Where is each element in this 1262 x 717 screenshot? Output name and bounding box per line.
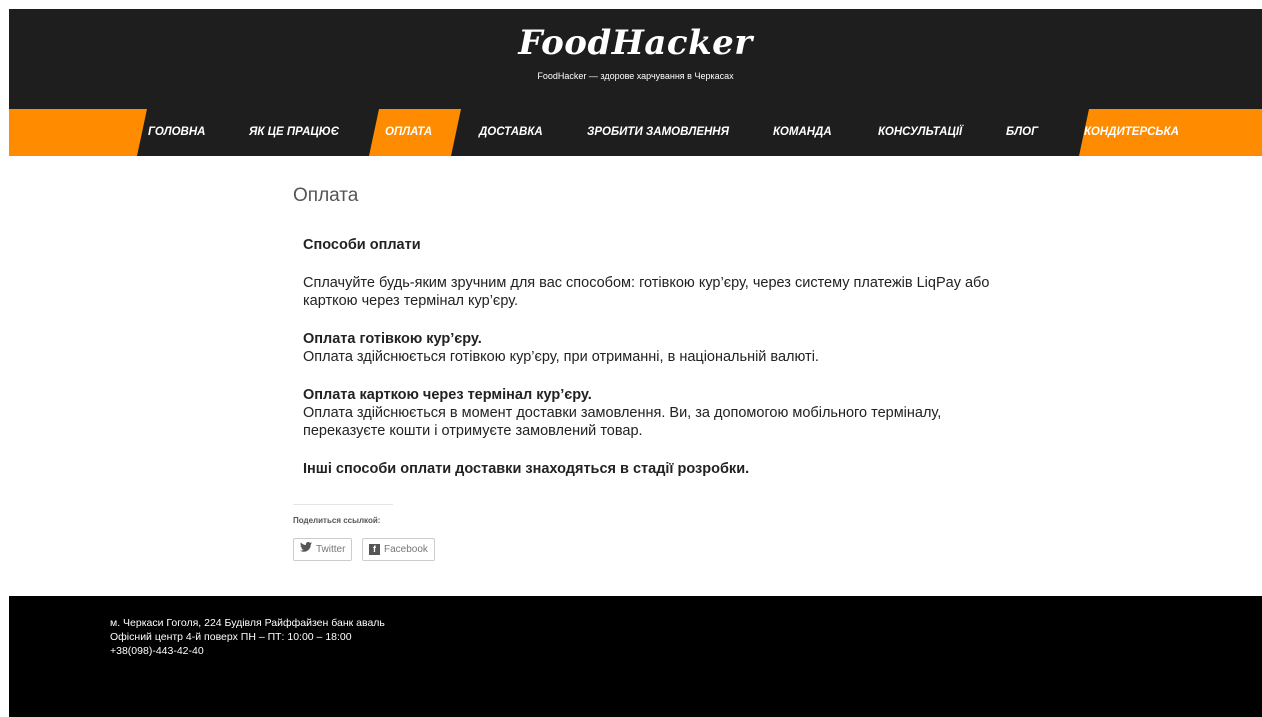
site-tagline: FoodHacker — здорове харчування в Черкас… — [537, 71, 734, 81]
twitter-share-button[interactable]: Twitter — [293, 538, 353, 561]
page-title: Оплата — [293, 185, 359, 206]
twitter-icon — [300, 539, 312, 560]
card-heading: Оплата карткою через термінал кур’єру. — [303, 387, 592, 403]
site-footer: м. Черкаси Гоголя, 224 Будівля Райффайзе… — [9, 596, 1262, 717]
nav-item-delivery[interactable]: ДОСТАВКА — [479, 109, 543, 156]
nav-item-make-order[interactable]: ЗРОБИТИ ЗАМОВЛЕННЯ — [587, 109, 729, 156]
intro-text: Сплачуйте будь-яким зручним для вас спос… — [303, 275, 990, 309]
nav-item-confectionery[interactable]: КОНДИТЕРСЬКА — [1084, 109, 1179, 156]
nav-item-blog[interactable]: БЛОГ — [1006, 109, 1038, 156]
facebook-label: Facebook — [384, 544, 428, 555]
share-label: Поделиться ссылкой: — [293, 516, 381, 525]
cash-heading: Оплата готівкою кур’єру. — [303, 331, 482, 347]
site-header: FoodHacker FoodHacker — здорове харчуван… — [9, 9, 1262, 109]
card-text: Оплата здійснюється в момент доставки за… — [303, 405, 942, 439]
other-methods-note: Інші способи оплати доставки знаходяться… — [303, 461, 750, 477]
site-logo[interactable]: FoodHacker — [9, 23, 1262, 63]
nav-item-consultations[interactable]: КОНСУЛЬТАЦІЇ — [878, 109, 962, 156]
nav-item-team[interactable]: КОМАНДА — [773, 109, 832, 156]
nav-item-payment[interactable]: ОПЛАТА — [385, 109, 432, 156]
nav-item-home[interactable]: ГОЛОВНА — [148, 109, 205, 156]
facebook-share-button[interactable]: f Facebook — [362, 538, 435, 561]
facebook-icon: f — [369, 543, 380, 555]
main-nav: ГОЛОВНА ЯК ЦЕ ПРАЦЮЄ ОПЛАТА ДОСТАВКА ЗРО… — [9, 109, 1262, 156]
cash-text: Оплата здійснюється готівкою кур’єру, пр… — [303, 349, 819, 365]
share-divider — [293, 504, 393, 505]
section-heading: Способи оплати — [303, 237, 421, 253]
footer-address: м. Черкаси Гоголя, 224 Будівля Райффайзе… — [110, 617, 385, 657]
twitter-label: Twitter — [316, 544, 346, 556]
nav-item-how-it-works[interactable]: ЯК ЦЕ ПРАЦЮЄ — [249, 109, 339, 156]
page: FoodHacker FoodHacker — здорове харчуван… — [9, 9, 1262, 717]
